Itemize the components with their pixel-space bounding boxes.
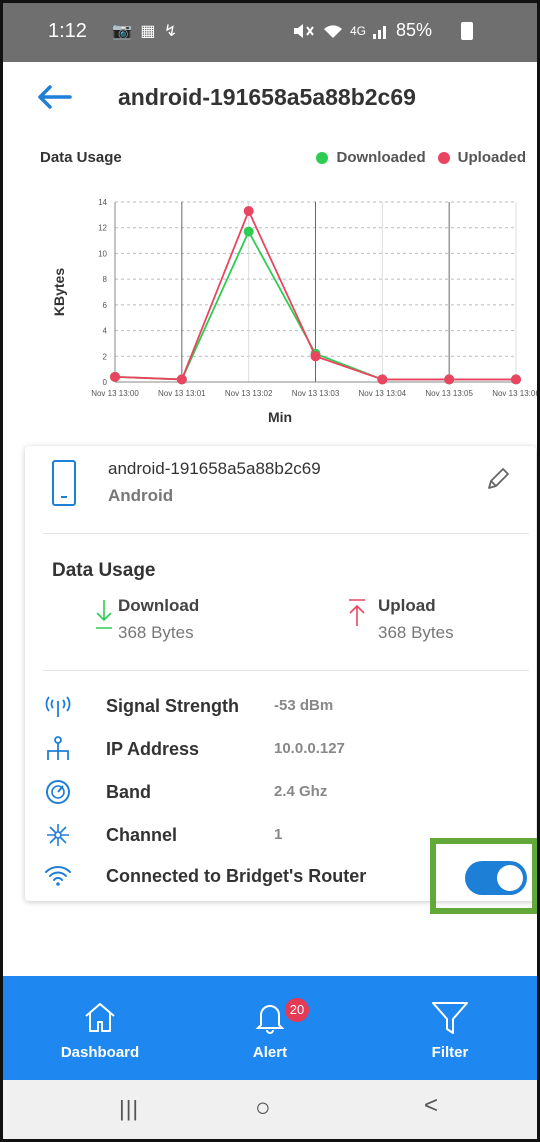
detail-row-band: Band 2.4 Ghz — [25, 775, 536, 811]
data-point-uploaded — [110, 371, 120, 382]
mute-icon — [294, 23, 314, 38]
status-time: 1:12 — [48, 20, 87, 42]
detail-value: 1 — [274, 826, 283, 843]
y-tick-label: 4 — [103, 327, 108, 336]
nav-dashboard[interactable]: Dashboard — [30, 976, 170, 1080]
nav-label: Alert — [252, 1044, 288, 1061]
bell-icon — [255, 1005, 285, 1034]
status-bar: 1:12 📷 ▦ ↯ 4G 85% — [0, 0, 540, 62]
x-tick-label: Nov 13 13:06 — [492, 389, 540, 398]
data-point-uploaded — [176, 374, 187, 385]
y-tick-label: 0 — [103, 378, 108, 387]
y-tick-label: 10 — [98, 249, 107, 258]
home-button[interactable]: ○ — [255, 1092, 271, 1123]
nav-filter[interactable]: Filter — [380, 976, 520, 1080]
detail-row-channel: Channel 1 — [25, 818, 536, 854]
data-point-uploaded — [377, 374, 388, 385]
divider — [43, 670, 529, 671]
phone-icon — [52, 460, 76, 506]
legend-downloaded: Downloaded — [336, 149, 426, 166]
usage-title: Data Usage — [52, 560, 156, 581]
nav-alert[interactable]: Alert — [200, 976, 340, 1080]
app-header: android-191658a5a88b2c69 — [0, 62, 540, 134]
upload-arrow-icon — [349, 599, 365, 626]
ip-address-icon — [47, 736, 69, 760]
divider — [43, 533, 529, 534]
detail-row-connection: Connected to Bridget's Router — [25, 859, 536, 895]
connection-toggle[interactable] — [465, 861, 527, 895]
y-tick-label: 8 — [103, 275, 108, 284]
battery-percent: 85% — [396, 20, 433, 40]
y-tick-label: 2 — [103, 352, 108, 361]
chart-legend: Downloaded Uploaded — [316, 149, 526, 166]
bottom-nav: Dashboard Alert 20 Filter — [0, 976, 540, 1080]
wifi-icon — [45, 866, 71, 886]
device-type: Android — [108, 486, 174, 505]
notification-icons: 📷 ▦ ↯ — [112, 23, 180, 40]
x-tick-label: Nov 13 13:01 — [158, 389, 206, 398]
home-icon — [85, 1003, 115, 1032]
detail-label: Signal Strength — [106, 696, 240, 716]
data-point-uploaded — [444, 374, 455, 385]
edit-pencil-icon[interactable] — [483, 464, 513, 494]
battery-icon — [461, 22, 473, 40]
band-icon — [46, 780, 70, 804]
wifi-status-icon — [324, 24, 342, 38]
page-title: android-191658a5a88b2c69 — [118, 84, 416, 110]
detail-row-ip: IP Address 10.0.0.127 — [25, 732, 536, 768]
x-tick-label: Nov 13 13:04 — [359, 389, 407, 398]
detail-label: IP Address — [106, 739, 200, 759]
upload-value: 368 Bytes — [378, 623, 454, 642]
x-tick-label: Nov 13 13:05 — [425, 389, 473, 398]
x-tick-label: Nov 13 13:02 — [225, 389, 273, 398]
detail-label: Channel — [106, 825, 178, 845]
toggle-knob — [497, 865, 523, 891]
signal-strength-icon — [45, 696, 71, 717]
nav-label: Filter — [431, 1044, 469, 1061]
alert-badge: 20 — [285, 998, 309, 1022]
data-point-uploaded — [511, 374, 521, 385]
network-type: 4G — [350, 23, 367, 38]
detail-row-signal: Signal Strength -53 dBm — [25, 689, 536, 725]
data-usage-chart: 0 2 4 6 8 10 12 14 Nov 13 13:00 Nov 13 13:01 Nov 1… — [51, 198, 540, 425]
device-name: android-191658a5a88b2c69 — [108, 459, 321, 478]
x-axis-label: Min — [268, 409, 292, 425]
channel-icon — [47, 824, 69, 846]
detail-value: 10.0.0.127 — [274, 740, 345, 757]
download-arrow-icon — [96, 600, 112, 629]
cell-signal-icon — [373, 25, 387, 39]
data-point-downloaded — [243, 226, 254, 237]
detail-label: Band — [106, 782, 151, 802]
x-tick-label: Nov 13 13:00 — [91, 389, 139, 398]
legend-downloaded-dot — [316, 151, 329, 164]
x-tick-label: Nov 13 13:03 — [292, 389, 340, 398]
back-button[interactable]: < — [424, 1092, 438, 1120]
device-details-card: android-191658a5a88b2c69 Android Data Us… — [25, 446, 536, 901]
upload-label: Upload — [378, 596, 436, 615]
data-point-uploaded — [243, 206, 254, 216]
y-tick-label: 14 — [98, 198, 107, 207]
nav-label: Dashboard — [60, 1044, 140, 1061]
y-tick-label: 12 — [98, 224, 107, 233]
chart-header: Data Usage Downloaded Uploaded — [0, 140, 540, 170]
filter-icon — [432, 1002, 468, 1034]
legend-uploaded-dot — [437, 151, 450, 164]
download-value: 368 Bytes — [118, 623, 194, 642]
data-point-uploaded — [310, 351, 321, 362]
status-right-icons: 4G 85% — [292, 20, 432, 41]
chart-title: Data Usage — [40, 149, 122, 166]
detail-value: -53 dBm — [274, 697, 334, 714]
y-axis-label: KBytes — [51, 268, 67, 316]
y-tick-label: 6 — [103, 301, 108, 310]
download-label: Download — [118, 596, 200, 615]
detail-label: Connected to Bridget's Router — [106, 866, 367, 886]
recents-button[interactable]: ||| — [119, 1096, 139, 1122]
system-nav-bar: ||| ○ < — [0, 1080, 540, 1142]
legend-uploaded: Uploaded — [457, 149, 526, 166]
back-arrow-icon[interactable] — [36, 82, 76, 112]
detail-value: 2.4 Ghz — [274, 783, 328, 800]
